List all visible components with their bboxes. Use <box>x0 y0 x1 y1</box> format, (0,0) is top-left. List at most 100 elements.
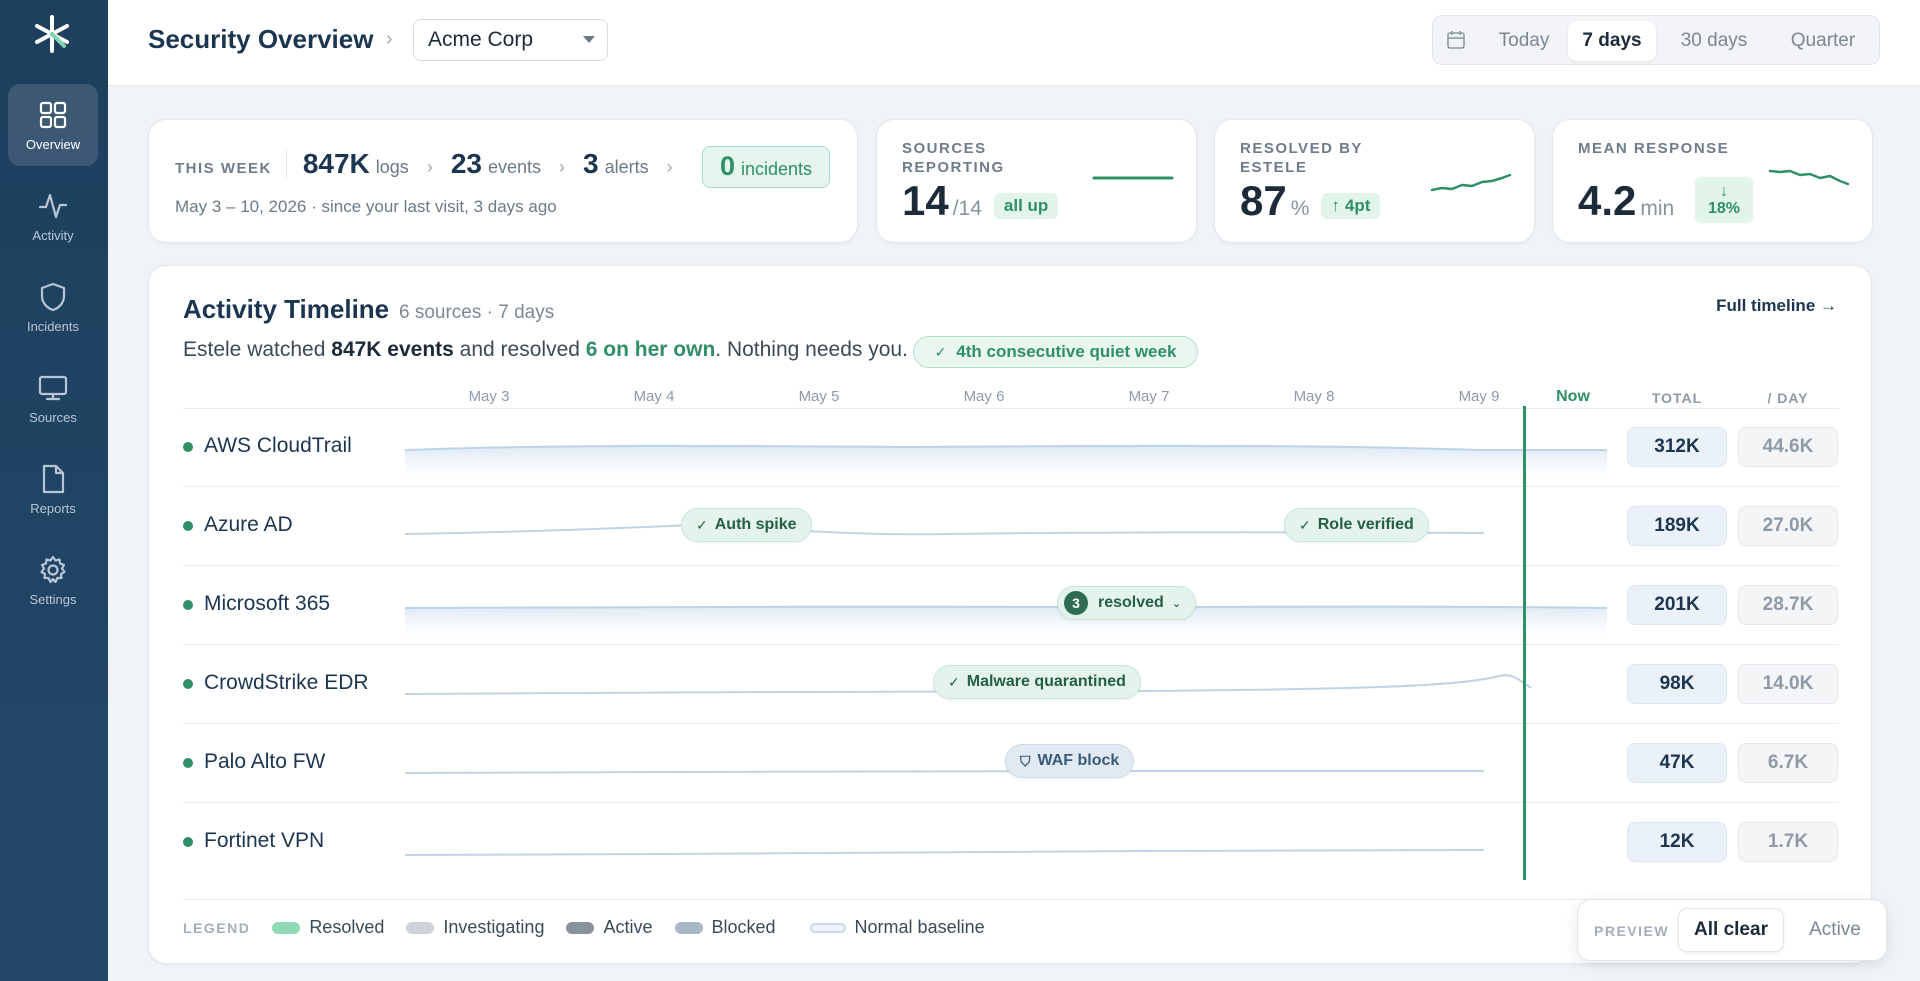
chevron-down-icon: ⌄ <box>1171 597 1182 610</box>
breadcrumb-separator: › <box>386 28 393 50</box>
waf-block-chip[interactable]: ⛉ WAF block <box>1005 744 1135 778</box>
grid-icon <box>39 101 67 128</box>
quiet-week-badge: ✓ 4th consecutive quiet week <box>913 336 1198 368</box>
sidebar-item-reports[interactable]: Reports <box>8 448 98 530</box>
aws-cloudtrail-line <box>404 444 1607 451</box>
alerts-unit: alerts <box>604 157 649 177</box>
full-timeline-link[interactable]: Full timeline → <box>1716 296 1837 316</box>
now-label: Now <box>1556 388 1590 405</box>
fortinet-vpn-line <box>404 849 1485 856</box>
sidebar-item-settings[interactable]: Settings <box>8 539 98 621</box>
legend-item-blocked: Blocked <box>674 917 776 938</box>
monitor-icon <box>38 375 68 400</box>
day-label: May 6 <box>963 388 1005 405</box>
malware-quarantined-chip[interactable]: ✓ Malware quarantined <box>933 665 1141 699</box>
status-dot <box>183 442 193 452</box>
role-verified-chip[interactable]: ✓ Role verified <box>1284 508 1429 542</box>
range-7-days-button[interactable]: 7 days <box>1568 21 1656 61</box>
incidents-badge[interactable]: 0 incidents <box>702 146 830 188</box>
sidebar-item-overview[interactable]: Overview <box>8 84 98 166</box>
gear-icon <box>40 555 66 583</box>
sidebar-item-incidents[interactable]: Incidents <box>8 266 98 348</box>
timeline-summary: Estele watched 847K events and resolved … <box>183 338 908 361</box>
source-name[interactable]: Azure AD <box>204 513 293 537</box>
resolved-change-badge: ↑ 4pt <box>1321 193 1381 219</box>
mean-response-card: MEAN RESPONSE 4.2 min ↓ 18% <box>1552 119 1873 243</box>
preview-label: PREVIEW <box>1594 923 1670 939</box>
day-label: May 5 <box>798 388 840 405</box>
response-change-badge: ↓ 18% <box>1695 177 1753 223</box>
chevron-right-icon: › <box>559 157 566 177</box>
range-30-days-button[interactable]: 30 days <box>1659 21 1769 61</box>
day-label: May 9 <box>1458 388 1500 405</box>
source-total: 201K <box>1627 585 1727 625</box>
palo-alto-fw-line <box>404 769 1484 774</box>
topbar: Security Overview › Acme Corp Today 7 da… <box>108 0 1920 86</box>
org-select-value: Acme Corp <box>428 28 534 51</box>
org-select[interactable]: Acme Corp <box>413 19 608 61</box>
source-name[interactable]: Palo Alto FW <box>204 750 325 774</box>
sidebar-item-label: Overview <box>25 136 81 152</box>
pulse-icon <box>38 193 68 218</box>
sources-value: 14 <box>902 177 949 224</box>
check-icon: ✓ <box>1299 516 1311 533</box>
check-icon: ✓ <box>696 516 708 533</box>
events-count: 23 <box>450 148 482 179</box>
source-total: 47K <box>1627 743 1727 783</box>
legend-label: LEGEND <box>183 919 251 936</box>
asterisk-logo[interactable] <box>32 14 72 54</box>
source-per-day: 27.0K <box>1738 506 1838 546</box>
resolved-sparkline <box>1430 173 1512 192</box>
microsoft-365-line <box>404 605 1608 609</box>
sidebar-item-sources[interactable]: Sources <box>8 357 98 439</box>
status-dot <box>183 758 193 768</box>
status-dot <box>183 600 193 610</box>
resolved-by-estele-card: RESOLVED BY ESTELE 87 % ↑ 4pt <box>1214 119 1535 243</box>
total-column-header: TOTAL <box>1651 390 1703 406</box>
this-week-label: THIS WEEK <box>175 160 272 177</box>
activity-timeline-card: Activity Timeline 6 sources · 7 days Ful… <box>148 265 1872 964</box>
source-total: 189K <box>1627 506 1727 546</box>
sidebar-item-label: Reports <box>30 500 76 516</box>
resolved-suffix: % <box>1290 197 1310 220</box>
chevron-right-icon: › <box>426 157 433 177</box>
source-name[interactable]: Microsoft 365 <box>204 592 330 616</box>
sidebar-item-label: Incidents <box>26 318 80 334</box>
response-label: MEAN RESPONSE <box>1578 140 1730 157</box>
auth-spike-chip[interactable]: ✓ Auth spike <box>681 508 812 542</box>
resolved-value: 87 <box>1240 177 1287 224</box>
source-per-day: 14.0K <box>1738 664 1838 704</box>
preview-active-button[interactable]: Active <box>1790 908 1880 952</box>
preview-toggle: PREVIEW All clear Active <box>1577 899 1887 961</box>
source-total: 312K <box>1627 427 1727 467</box>
check-icon: ✓ <box>934 343 947 360</box>
source-per-day: 28.7K <box>1738 585 1838 625</box>
range-today-button[interactable]: Today <box>1477 21 1571 61</box>
range-quarter-button[interactable]: Quarter <box>1773 21 1873 61</box>
week-subtitle: May 3 – 10, 2026 · since your last visit… <box>175 197 557 216</box>
response-value: 4.2 <box>1578 177 1637 224</box>
day-label: May 8 <box>1293 388 1335 405</box>
microsoft-365-area <box>405 606 1607 638</box>
day-label: May 4 <box>633 388 675 405</box>
alerts-count: 3 <box>583 148 599 179</box>
day-label: May 3 <box>468 388 510 405</box>
source-name[interactable]: Fortinet VPN <box>204 829 324 853</box>
resolved-count: 3 <box>1064 591 1088 615</box>
response-sparkline <box>1768 169 1850 186</box>
check-icon: ✓ <box>948 673 960 690</box>
source-per-day: 1.7K <box>1738 822 1838 862</box>
status-dot <box>183 837 193 847</box>
calendar-icon <box>1447 31 1465 49</box>
preview-all-clear-button[interactable]: All clear <box>1678 908 1784 952</box>
arrow-up-icon: ↑ <box>1331 196 1340 215</box>
source-total: 98K <box>1627 664 1727 704</box>
resolved-group-chip[interactable]: 3 resolved ⌄ <box>1057 586 1197 620</box>
sources-suffix: /14 <box>952 197 982 220</box>
source-name[interactable]: CrowdStrike EDR <box>204 671 369 695</box>
source-name[interactable]: AWS CloudTrail <box>204 434 352 458</box>
sidebar-item-label: Sources <box>29 409 77 425</box>
logs-unit: logs <box>375 157 409 177</box>
sidebar-item-activity[interactable]: Activity <box>8 175 98 257</box>
source-per-day: 44.6K <box>1738 427 1838 467</box>
